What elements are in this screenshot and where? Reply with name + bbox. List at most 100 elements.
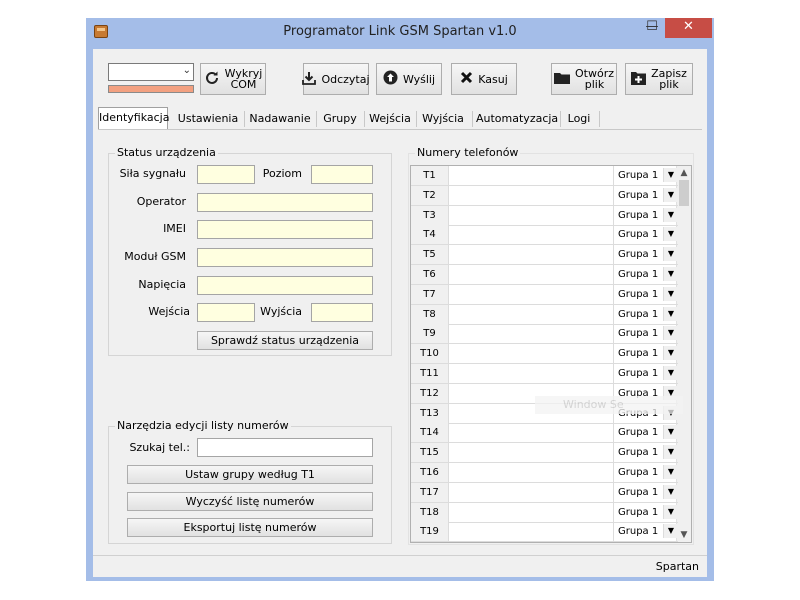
tab-wejscia[interactable]: Wejścia	[368, 109, 412, 129]
group-select-cell[interactable]: Grupa 1 ▼	[614, 265, 678, 284]
dropdown-arrow-icon[interactable]: ▼	[663, 168, 678, 182]
dropdown-arrow-icon[interactable]: ▼	[663, 484, 678, 499]
gsm-module-field	[197, 248, 373, 267]
dropdown-arrow-icon[interactable]: ▼	[663, 465, 678, 479]
group-select-cell[interactable]: Grupa 1 ▼	[614, 166, 678, 185]
phone-numbers-grid[interactable]: ▲ ▼ T1 Grupa 1 ▼ T2 Grupa 1 ▼ T3 Grupa 1 ▼ T4 Grup…	[410, 165, 692, 543]
phone-number-cell[interactable]	[448, 344, 614, 364]
group-select-cell[interactable]: Grupa 1 ▼	[614, 206, 678, 225]
dropdown-arrow-icon[interactable]: ▼	[663, 267, 678, 281]
phone-id-cell: T1	[411, 166, 449, 185]
group-select-cell[interactable]: Grupa 1 ▼	[614, 285, 678, 304]
phone-number-cell[interactable]	[448, 245, 614, 265]
group-select-cell[interactable]: Grupa 1 ▼	[614, 305, 678, 324]
tab-separator	[472, 111, 473, 127]
scroll-up-icon[interactable]: ▲	[677, 166, 691, 180]
read-button[interactable]: Odczytaj	[302, 63, 370, 95]
maximize-button[interactable]: ☐	[639, 18, 665, 38]
phone-number-cell[interactable]	[448, 423, 614, 443]
phone-number-cell[interactable]	[448, 185, 614, 205]
dropdown-arrow-icon[interactable]: ▼	[663, 445, 678, 460]
table-row: T10 Grupa 1 ▼	[411, 344, 678, 365]
phone-number-cell[interactable]	[448, 522, 614, 542]
open-file-button[interactable]: Otwórz plik	[551, 63, 617, 95]
group-select-value: Grupa 1	[618, 249, 659, 261]
dropdown-arrow-icon[interactable]: ▼	[663, 504, 678, 519]
tab-logi[interactable]: Logi	[564, 109, 594, 129]
dropdown-arrow-icon[interactable]: ▼	[663, 425, 678, 440]
export-numbers-button[interactable]: Eksportuj listę numerów	[127, 518, 373, 537]
group-select-cell[interactable]: Grupa 1 ▼	[614, 463, 678, 482]
group-select-value: Grupa 1	[618, 189, 659, 201]
clear-numbers-button[interactable]: Wyczyść listę numerów	[127, 492, 373, 511]
send-button[interactable]: Wyślij	[376, 63, 442, 95]
close-button[interactable]: ✕	[665, 18, 712, 38]
dropdown-arrow-icon[interactable]: ▼	[663, 187, 678, 202]
phone-number-cell[interactable]	[448, 166, 614, 185]
group-select-cell[interactable]: Grupa 1 ▼	[614, 245, 678, 264]
group-select-cell[interactable]: Grupa 1 ▼	[614, 364, 678, 383]
gsm-module-label: Moduł GSM	[124, 250, 186, 263]
set-groups-button[interactable]: Ustaw grupy według T1	[127, 465, 373, 484]
phone-number-cell[interactable]	[448, 482, 614, 502]
phone-number-cell[interactable]	[448, 443, 614, 463]
tab-separator	[316, 111, 317, 127]
group-select-value: Grupa 1	[618, 486, 659, 498]
check-status-button[interactable]: Sprawdź status urządzenia	[197, 331, 373, 350]
title-bar[interactable]: Programator Link GSM Spartan v1.0 — ☐ ✕	[86, 18, 714, 46]
signal-strength-label: Siła sygnału	[119, 167, 186, 180]
group-select-value: Grupa 1	[618, 308, 659, 320]
group-select-cell[interactable]: Grupa 1 ▼	[614, 522, 678, 541]
phone-number-cell[interactable]	[448, 364, 614, 383]
phone-id-cell: T17	[411, 482, 449, 502]
save-file-button[interactable]: Zapisz plik	[625, 63, 693, 95]
group-select-cell[interactable]: Grupa 1 ▼	[614, 483, 678, 502]
group-select-cell[interactable]: Grupa 1 ▼	[614, 423, 678, 442]
phone-number-cell[interactable]	[448, 225, 614, 245]
phone-number-cell[interactable]	[448, 284, 614, 304]
phone-number-cell[interactable]	[448, 205, 614, 225]
scroll-down-icon[interactable]: ▼	[677, 528, 691, 542]
signal-strength-field	[197, 165, 255, 184]
group-select-cell[interactable]: Grupa 1 ▼	[614, 344, 678, 363]
group-select-cell[interactable]: Grupa 1 ▼	[614, 503, 678, 522]
save-plus-icon	[631, 71, 647, 88]
dropdown-arrow-icon[interactable]: ▼	[663, 227, 678, 242]
tab-nadawanie[interactable]: Nadawanie	[248, 109, 312, 129]
tab-automatyzacja[interactable]: Automatyzacja	[476, 109, 558, 129]
tab-identyfikacja[interactable]: Identyfikacja	[98, 107, 169, 129]
group-select-cell[interactable]: Grupa 1 ▼	[614, 324, 678, 343]
com-port-combo[interactable]: ⌄	[108, 63, 194, 81]
dropdown-arrow-icon[interactable]: ▼	[663, 306, 678, 321]
detect-com-button[interactable]: Wykryj COM	[200, 63, 266, 95]
operator-field	[197, 193, 373, 212]
phone-number-cell[interactable]	[448, 304, 614, 324]
phone-number-cell[interactable]	[448, 502, 614, 522]
scroll-thumb[interactable]	[679, 180, 689, 206]
dropdown-arrow-icon[interactable]: ▼	[663, 247, 678, 262]
phone-number-cell[interactable]	[448, 324, 614, 344]
phone-id-cell: T2	[411, 185, 449, 205]
dropdown-arrow-icon[interactable]: ▼	[663, 346, 678, 361]
dropdown-arrow-icon[interactable]: ▼	[663, 207, 678, 222]
vertical-scrollbar[interactable]: ▲ ▼	[676, 166, 691, 542]
dropdown-arrow-icon[interactable]: ▼	[663, 366, 678, 380]
delete-button[interactable]: Kasuj	[451, 63, 517, 95]
table-row: T5 Grupa 1 ▼	[411, 245, 678, 266]
dropdown-arrow-icon[interactable]: ▼	[663, 524, 678, 539]
phone-number-cell[interactable]	[448, 265, 614, 284]
group-select-cell[interactable]: Grupa 1 ▼	[614, 225, 678, 244]
search-phone-input[interactable]	[197, 438, 373, 457]
phone-number-cell[interactable]	[448, 463, 614, 482]
dropdown-arrow-icon[interactable]: ▼	[663, 286, 678, 301]
group-select-cell[interactable]: Grupa 1 ▼	[614, 443, 678, 462]
phone-id-cell: T15	[411, 443, 449, 463]
group-select-value: Grupa 1	[618, 229, 659, 241]
tab-wyjscia[interactable]: Wyjścia	[420, 109, 466, 129]
table-row: T1 Grupa 1 ▼	[411, 166, 678, 186]
tab-ustawienia[interactable]: Ustawienia	[176, 109, 240, 129]
tab-grupy[interactable]: Grupy	[320, 109, 360, 129]
delete-x-icon	[460, 71, 473, 87]
dropdown-arrow-icon[interactable]: ▼	[663, 326, 678, 341]
group-select-cell[interactable]: Grupa 1 ▼	[614, 186, 678, 205]
